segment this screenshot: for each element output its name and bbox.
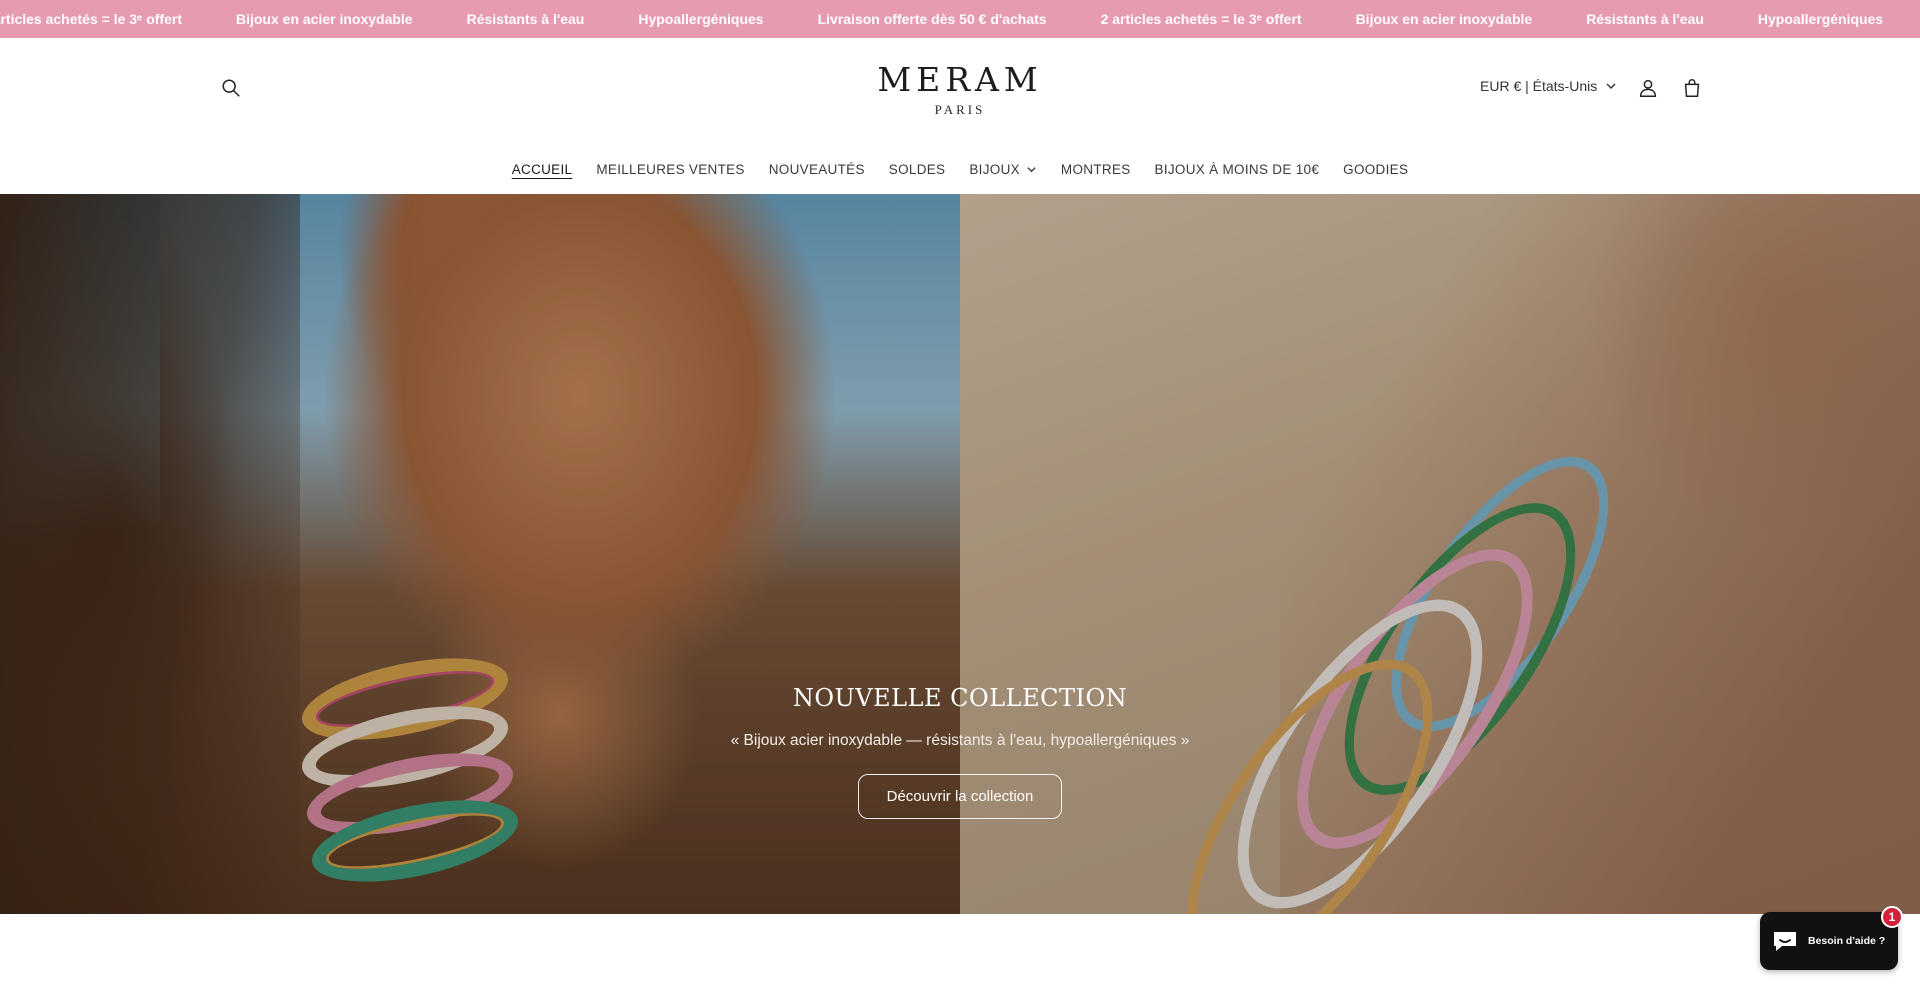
- announcement-item: Bijoux en acier inoxydable: [1355, 11, 1533, 27]
- hero-subtitle: « Bijoux acier inoxydable — résistants à…: [730, 732, 1190, 749]
- announcement-bar: 2 articles achetés = le 3ᵉ offert Bijoux…: [0, 0, 1920, 38]
- nav-item-bijoux[interactable]: BIJOUX: [969, 162, 1037, 177]
- chat-bubble-icon: [1774, 932, 1796, 951]
- announcement-item: Résistants à l'eau: [1586, 11, 1704, 27]
- currency-selector[interactable]: EUR € | États-Unis: [1480, 78, 1617, 94]
- hero-banner: NOUVELLE COLLECTION « Bijoux acier inoxy…: [0, 194, 1920, 914]
- discover-collection-button[interactable]: Découvrir la collection: [857, 774, 1063, 819]
- cart-icon: [1684, 79, 1700, 97]
- search-icon: [222, 79, 240, 97]
- chevron-down-icon: [1027, 167, 1036, 173]
- nav-item-accueil[interactable]: ACCUEIL: [512, 162, 573, 177]
- site-logo[interactable]: MERAM PARIS: [860, 62, 1060, 118]
- search-button[interactable]: [213, 70, 249, 106]
- chevron-down-icon: [1606, 83, 1616, 89]
- nav-item-nouveautes[interactable]: NOUVEAUTÉS: [769, 162, 865, 177]
- hero-title: NOUVELLE COLLECTION: [792, 684, 1128, 712]
- announcement-marquee: 2 articles achetés = le 3ᵉ offert Bijoux…: [0, 0, 1910, 38]
- logo-subtitle: PARIS: [934, 102, 986, 117]
- nav-item-bijoux-moins-10[interactable]: BIJOUX À MOINS DE 10€: [1155, 162, 1320, 177]
- announcement-item: Bijoux en acier inoxydable: [235, 11, 413, 27]
- nav-item-soldes[interactable]: SOLDES: [889, 162, 946, 177]
- nav-item-montres[interactable]: MONTRES: [1061, 162, 1131, 177]
- nav-item-label: BIJOUX: [969, 162, 1020, 177]
- logo-wordmark: MERAM: [877, 60, 1043, 99]
- announcement-item: 2 articles achetés = le 3ᵉ offert: [1100, 11, 1302, 27]
- hero-content: NOUVELLE COLLECTION « Bijoux acier inoxy…: [0, 684, 1920, 819]
- user-icon: [1639, 79, 1657, 97]
- currency-label: EUR € | États-Unis: [1480, 78, 1598, 94]
- cart-button[interactable]: [1674, 70, 1710, 106]
- chat-widget-button[interactable]: Besoin d'aide ? 1: [1760, 906, 1903, 970]
- announcement-item: Hypoallergéniques: [1757, 11, 1884, 27]
- announcement-item: Hypoallergéniques: [638, 11, 764, 27]
- chat-label: Besoin d'aide ?: [1808, 935, 1886, 947]
- announcement-item: Résistants à l'eau: [466, 11, 585, 27]
- nav-item-goodies[interactable]: GOODIES: [1343, 162, 1408, 177]
- chat-notification-badge: 1: [1881, 906, 1903, 928]
- main-navigation: ACCUEIL MEILLEURES VENTES NOUVEAUTÉS SOL…: [0, 162, 1920, 177]
- announcement-item: 2 articles achetés = le 3ᵉ offert: [0, 11, 182, 27]
- site-header: MERAM PARIS EUR € | États-Unis ACCUEIL M…: [0, 38, 1920, 194]
- nav-item-meilleures-ventes[interactable]: MEILLEURES VENTES: [596, 162, 744, 177]
- account-button[interactable]: [1630, 70, 1666, 106]
- announcement-item: Livraison offerte dès 50 € d'achats: [817, 11, 1047, 27]
